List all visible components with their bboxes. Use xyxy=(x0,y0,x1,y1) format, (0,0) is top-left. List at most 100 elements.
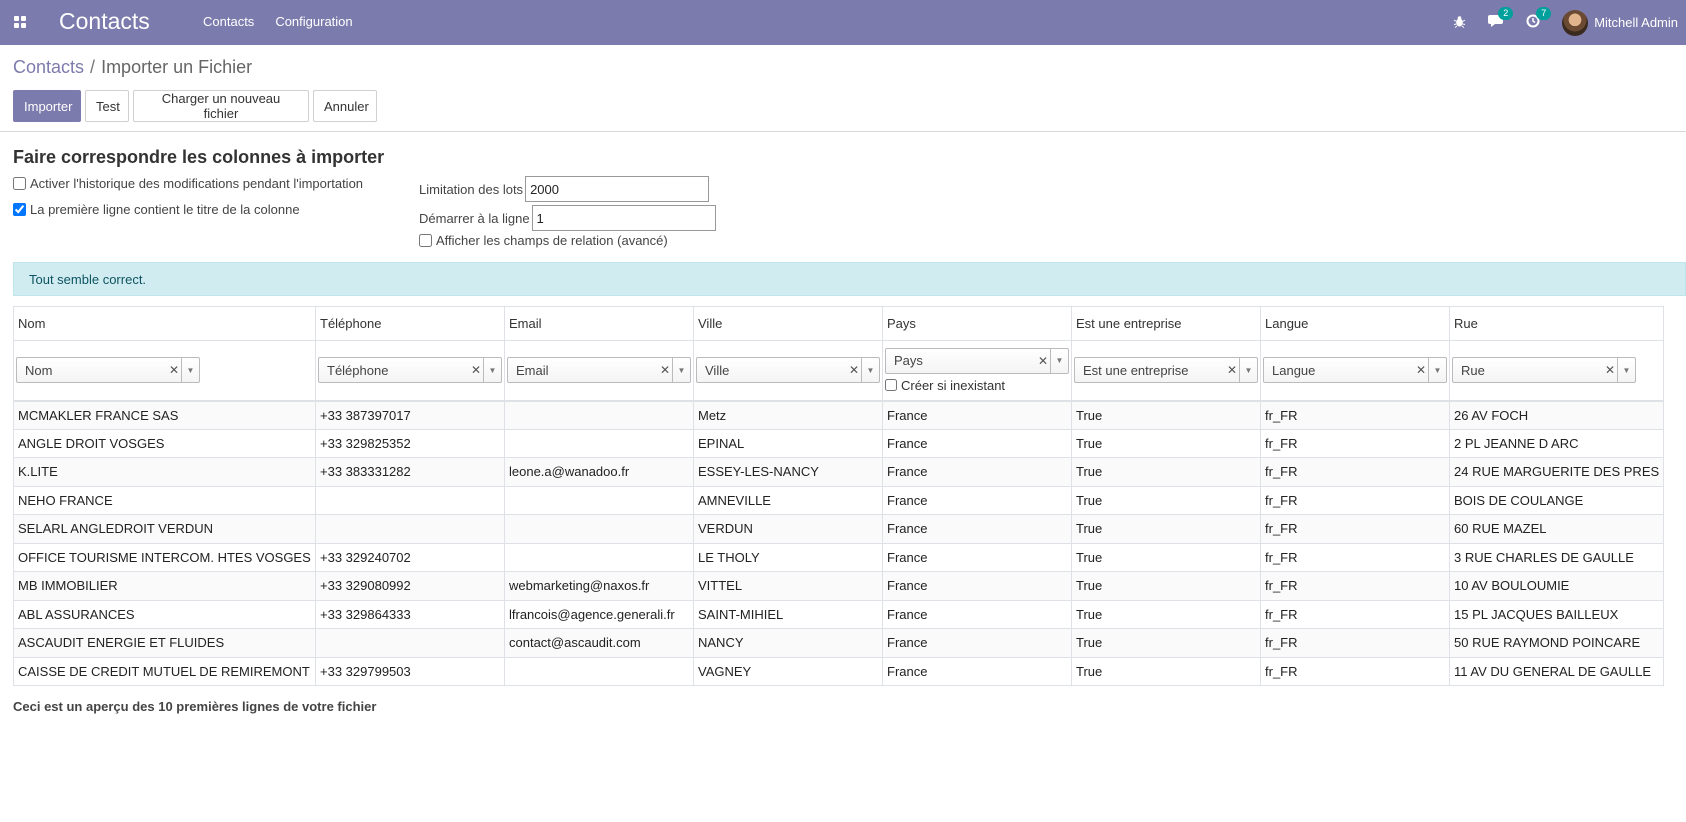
menu-contacts[interactable]: Contacts xyxy=(203,14,254,29)
table-cell-email: leone.a@wanadoo.fr xyxy=(504,457,694,487)
start-line-input[interactable] xyxy=(531,205,716,231)
field-select-label: Langue xyxy=(1272,362,1316,378)
table-row: OFFICE TOURISME INTERCOM. HTES VOSGES +33… xyxy=(13,542,1665,572)
table-cell-telephone: +33 329825352 xyxy=(315,428,505,458)
table-cell-est-une-entreprise: True xyxy=(1071,599,1261,629)
user-avatar[interactable] xyxy=(1562,9,1589,36)
column-header-rue: Rue xyxy=(1448,306,1665,341)
table-cell-rue: 10 AV BOULOUMIE xyxy=(1448,571,1665,601)
clear-icon[interactable]: ✕ xyxy=(167,363,181,377)
field-select-pays[interactable]: Pays ✕ ▼ xyxy=(885,347,1069,374)
table-cell-nom: MCMAKLER FRANCE SAS xyxy=(13,400,316,430)
table-cell-ville: VITTEL xyxy=(693,571,883,601)
field-select-label: Rue xyxy=(1461,362,1485,378)
main-menu: Contacts Configuration xyxy=(203,14,353,29)
field-select-email[interactable]: Email ✕ ▼ xyxy=(507,357,691,384)
dropdown-arrow-icon[interactable]: ▼ xyxy=(1617,358,1635,383)
field-select-wrapper: Ville ✕ ▼ xyxy=(696,357,880,384)
table-cell-langue: fr_FR xyxy=(1260,542,1450,572)
breadcrumb-contacts[interactable]: Contacts xyxy=(13,57,84,77)
messages-icon[interactable]: 2 xyxy=(1488,7,1514,31)
table-row: CAISSE DE CREDIT MUTUEL DE REMIREMONT +33… xyxy=(13,656,1665,686)
track-history-option[interactable]: Activer l'historique des modifications p… xyxy=(13,176,363,191)
table-cell-est-une-entreprise: True xyxy=(1071,514,1261,544)
table-cell-pays: France xyxy=(882,457,1072,487)
column-header-pays: Pays xyxy=(882,306,1072,341)
table-cell-est-une-entreprise: True xyxy=(1071,628,1261,658)
dropdown-arrow-icon[interactable]: ▼ xyxy=(181,358,199,383)
app-brand[interactable]: Contacts xyxy=(59,8,150,35)
table-cell-langue: fr_FR xyxy=(1260,599,1450,629)
field-select-wrapper: Nom ✕ ▼ xyxy=(16,357,313,384)
dropdown-arrow-icon[interactable]: ▼ xyxy=(1239,358,1257,383)
advanced-fields-option[interactable]: Afficher les champs de relation (avancé) xyxy=(419,233,668,248)
table-cell-ville: EPINAL xyxy=(693,428,883,458)
menu-configuration[interactable]: Configuration xyxy=(275,14,352,29)
dropdown-arrow-icon[interactable]: ▼ xyxy=(861,358,879,383)
activities-count-badge: 7 xyxy=(1536,7,1552,20)
batch-limit-input[interactable] xyxy=(525,176,710,202)
dropdown-arrow-icon[interactable]: ▼ xyxy=(1050,348,1068,373)
table-cell-nom: MB IMMOBILIER xyxy=(13,571,316,601)
field-select-est-une-entreprise[interactable]: Est une entreprise ✕ ▼ xyxy=(1074,357,1258,384)
dropdown-arrow-icon[interactable]: ▼ xyxy=(1428,358,1446,383)
dropdown-arrow-icon[interactable]: ▼ xyxy=(483,358,501,383)
clear-icon[interactable]: ✕ xyxy=(1414,363,1428,377)
field-select-rue[interactable]: Rue ✕ ▼ xyxy=(1452,357,1636,384)
debug-bug-icon[interactable] xyxy=(1453,15,1466,31)
table-cell-nom: ASCAUDIT ENERGIE ET FLUIDES xyxy=(13,628,316,658)
field-mapping-cell: Langue ✕ ▼ xyxy=(1260,340,1450,402)
table-cell-pays: France xyxy=(882,571,1072,601)
table-row: MB IMMOBILIER +33 329080992 webmarketing@n… xyxy=(13,571,1665,601)
field-select-telephone[interactable]: Téléphone ✕ ▼ xyxy=(318,357,502,384)
has-headers-option[interactable]: La première ligne contient le titre de l… xyxy=(13,202,300,217)
clear-icon[interactable]: ✕ xyxy=(658,363,672,377)
table-cell-est-une-entreprise: True xyxy=(1071,400,1261,430)
table-cell-nom: NEHO FRANCE xyxy=(13,485,316,515)
import-content: Faire correspondre les colonnes à import… xyxy=(0,133,1686,822)
table-cell-ville: VAGNEY xyxy=(693,656,883,686)
table-cell-pays: France xyxy=(882,400,1072,430)
table-cell-rue: BOIS DE COULANGE xyxy=(1448,485,1665,515)
table-cell-rue: 2 PL JEANNE D ARC xyxy=(1448,428,1665,458)
activities-clock-icon[interactable]: 7 xyxy=(1526,7,1552,31)
table-cell-email: contact@ascaudit.com xyxy=(504,628,694,658)
cancel-button[interactable]: Annuler xyxy=(313,90,377,122)
apps-menu-icon[interactable] xyxy=(14,16,26,28)
import-button[interactable]: Importer xyxy=(13,90,81,122)
field-mapping-cell: Email ✕ ▼ xyxy=(504,340,694,402)
field-select-ville[interactable]: Ville ✕ ▼ xyxy=(696,357,880,384)
batch-limit-label: Limitation des lots xyxy=(419,181,524,197)
table-cell-ville: NANCY xyxy=(693,628,883,658)
advanced-fields-checkbox[interactable] xyxy=(419,234,432,247)
has-headers-checkbox[interactable] xyxy=(13,203,26,216)
field-select-nom[interactable]: Nom ✕ ▼ xyxy=(16,357,200,384)
column-header-row: Nom Téléphone Email Ville Pays Est une entrep… xyxy=(13,306,1665,341)
table-cell-telephone: +33 329240702 xyxy=(315,542,505,572)
table-cell-ville: Metz xyxy=(693,400,883,430)
dropdown-arrow-icon[interactable]: ▼ xyxy=(672,358,690,383)
test-button[interactable]: Test xyxy=(85,90,129,122)
field-mapping-cell: Téléphone ✕ ▼ xyxy=(315,340,505,402)
table-cell-nom: K.LITE xyxy=(13,457,316,487)
table-cell-nom: SELARL ANGLEDROIT VERDUN xyxy=(13,514,316,544)
clear-icon[interactable]: ✕ xyxy=(1036,354,1050,368)
field-select-langue[interactable]: Langue ✕ ▼ xyxy=(1263,357,1447,384)
clear-icon[interactable]: ✕ xyxy=(847,363,861,377)
create-if-missing-checkbox[interactable] xyxy=(885,379,897,392)
table-cell-email xyxy=(504,428,694,458)
clear-icon[interactable]: ✕ xyxy=(1603,363,1617,377)
column-header-langue: Langue xyxy=(1260,306,1450,341)
table-row: MCMAKLER FRANCE SAS +33 387397017 Metz Fran… xyxy=(13,400,1665,430)
clear-icon[interactable]: ✕ xyxy=(469,363,483,377)
table-cell-langue: fr_FR xyxy=(1260,428,1450,458)
user-menu[interactable]: Mitchell Admin xyxy=(1594,15,1678,30)
table-cell-email: webmarketing@naxos.fr xyxy=(504,571,694,601)
table-cell-rue: 3 RUE CHARLES DE GAULLE xyxy=(1448,542,1665,572)
table-cell-pays: France xyxy=(882,628,1072,658)
create-if-missing-option[interactable]: Créer si inexistant xyxy=(885,378,1069,393)
track-history-checkbox[interactable] xyxy=(13,177,26,190)
has-headers-label: La première ligne contient le titre de l… xyxy=(30,202,300,217)
load-new-file-button[interactable]: Charger un nouveau fichier xyxy=(133,90,309,122)
clear-icon[interactable]: ✕ xyxy=(1225,363,1239,377)
